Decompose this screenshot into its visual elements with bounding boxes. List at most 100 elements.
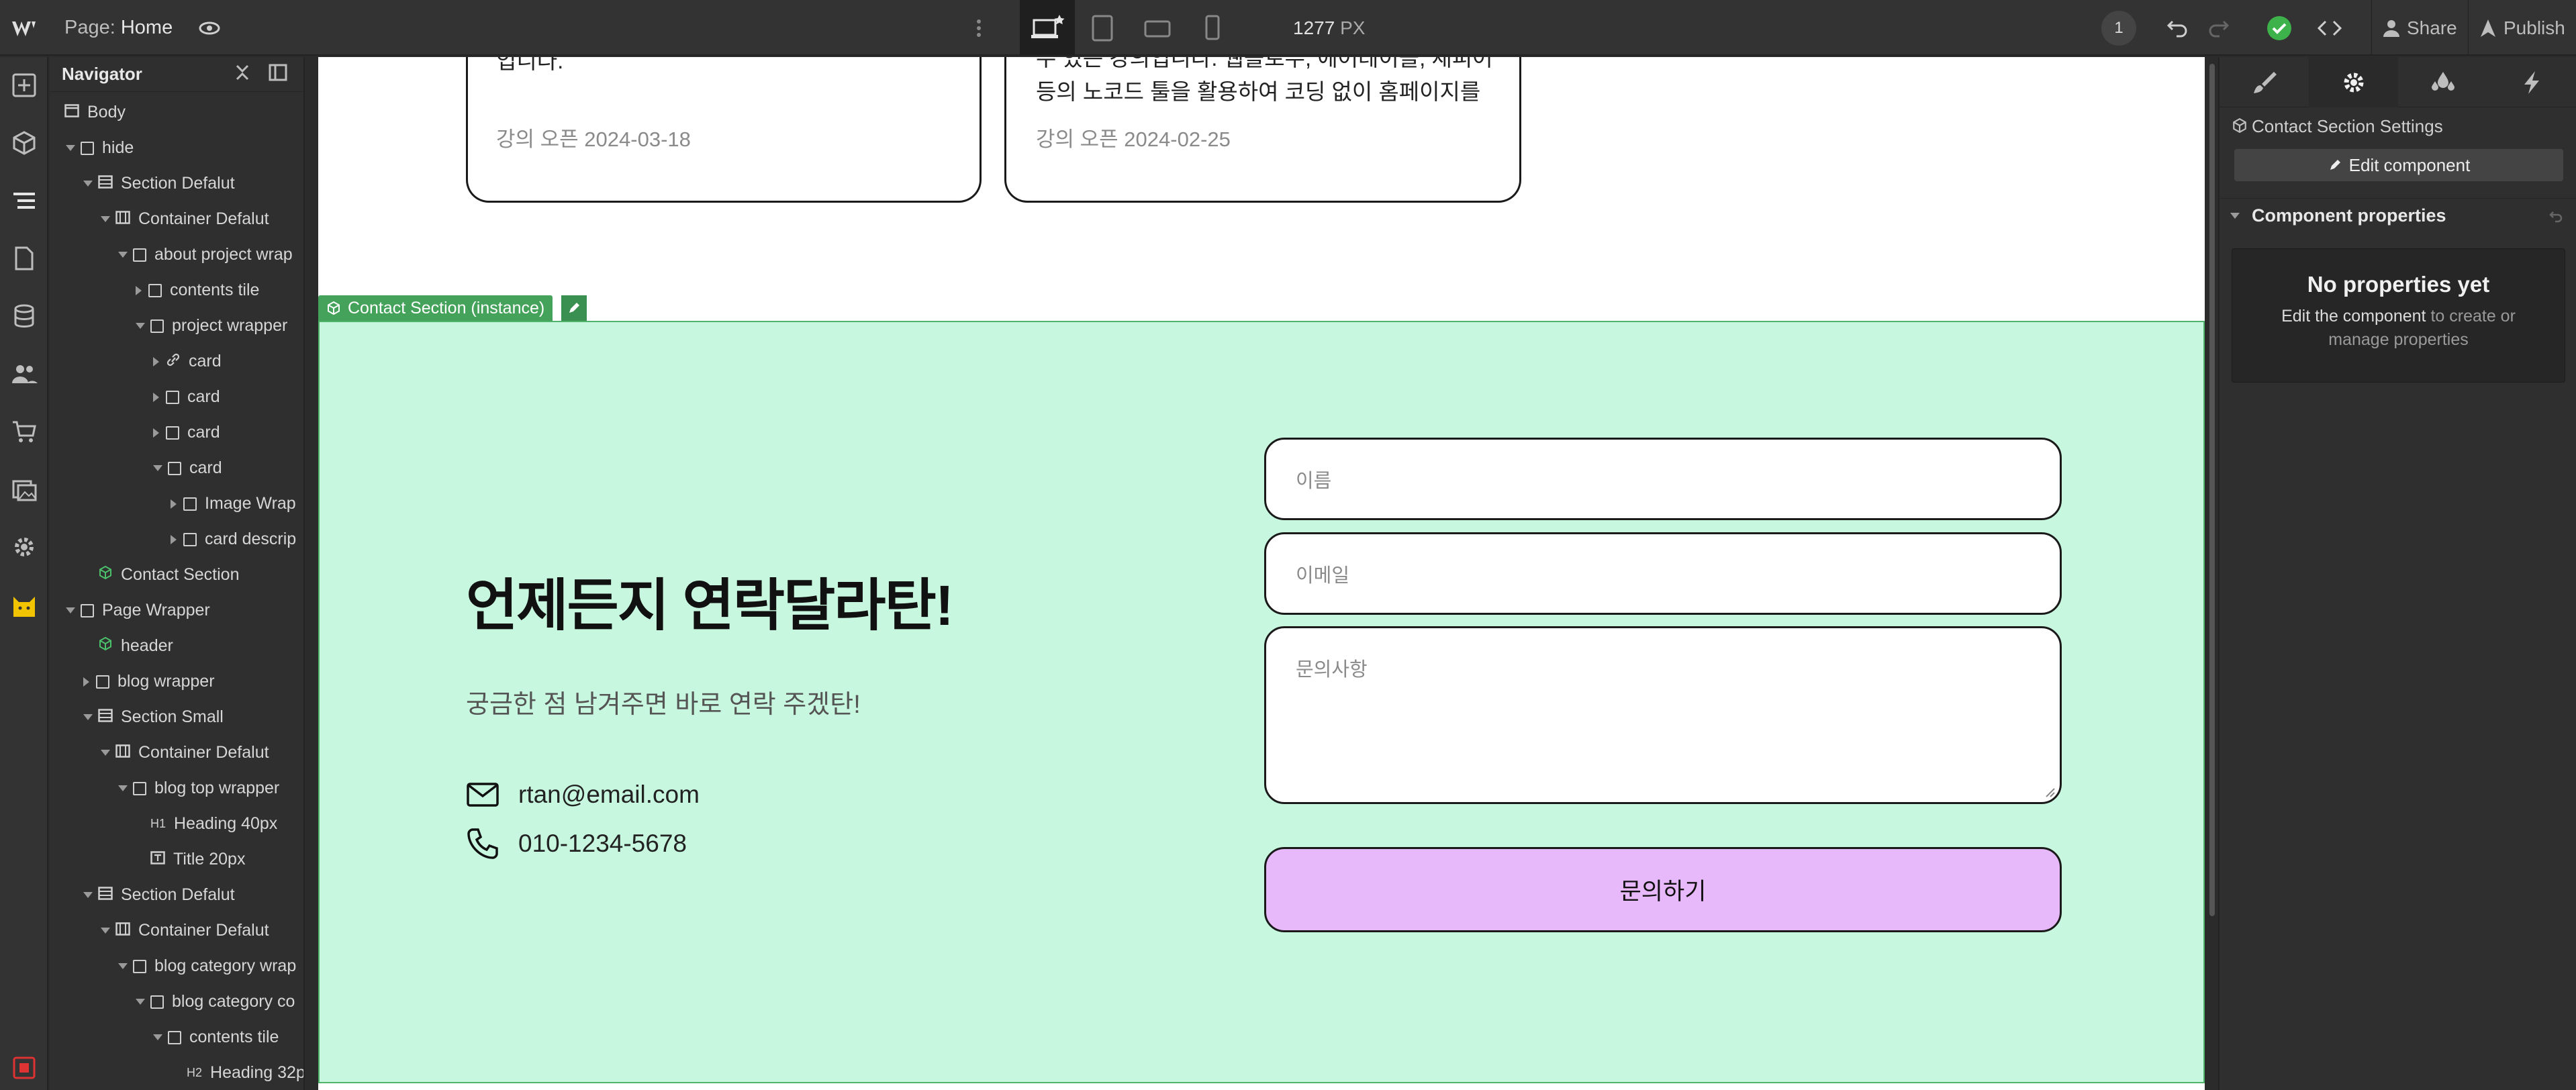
canvas-scrollbar[interactable] <box>2207 57 2217 1090</box>
cms-button[interactable] <box>0 292 48 340</box>
nav-row[interactable]: blog wrapper <box>50 664 303 699</box>
nav-row[interactable]: Body <box>50 95 303 130</box>
nav-row[interactable]: Container Defalut <box>50 201 303 237</box>
nav-row[interactable]: card <box>50 379 303 415</box>
tab-interactions[interactable] <box>2398 57 2487 107</box>
webflow-logo-icon[interactable] <box>9 0 39 56</box>
mobile-landscape-breakpoint-button[interactable] <box>1130 0 1185 56</box>
navigator-button[interactable] <box>0 177 48 225</box>
canvas-width-readout[interactable]: 1277 PX <box>1293 0 1365 56</box>
page-selector[interactable]: Page: Home <box>64 0 173 56</box>
message-field[interactable]: 문의사항 <box>1264 626 2062 804</box>
dock-panel-icon[interactable] <box>269 64 287 85</box>
name-field[interactable]: 이름 <box>1264 438 2062 520</box>
nav-row[interactable]: header <box>50 628 303 664</box>
caret-right-icon[interactable] <box>136 285 142 295</box>
components-button[interactable] <box>0 119 48 167</box>
nav-row[interactable]: Image Wrap <box>50 486 303 522</box>
ecommerce-button[interactable] <box>0 407 48 456</box>
nav-row[interactable]: card <box>50 415 303 450</box>
caret-down-icon[interactable] <box>83 181 93 187</box>
caret-down-icon[interactable] <box>83 892 93 898</box>
caret-right-icon[interactable] <box>171 534 177 544</box>
caret-down-icon[interactable] <box>83 714 93 720</box>
reset-icon[interactable] <box>2547 208 2563 224</box>
component-instance-tag[interactable]: Contact Section (instance) <box>318 295 553 321</box>
publish-button[interactable]: Publish <box>2468 0 2565 56</box>
nav-row[interactable]: card descrip <box>50 522 303 557</box>
no-properties-hint-bold[interactable]: Edit the component <box>2281 307 2426 326</box>
caret-down-icon[interactable] <box>66 145 75 151</box>
nav-row[interactable]: blog category co <box>50 984 303 1020</box>
caret-down-icon[interactable] <box>118 785 128 791</box>
more-options-icon[interactable] <box>973 0 984 56</box>
nav-row[interactable]: blog category wrap <box>50 948 303 984</box>
caret-right-icon[interactable] <box>153 392 159 402</box>
submit-button[interactable]: 문의하기 <box>1264 847 2062 932</box>
caret-down-icon[interactable] <box>101 750 110 756</box>
nav-row[interactable]: hide <box>50 130 303 166</box>
status-check-icon[interactable] <box>2265 0 2293 56</box>
notification-badge[interactable]: 1 <box>2101 10 2136 46</box>
caret-right-icon[interactable] <box>83 677 89 687</box>
desktop-breakpoint-button[interactable] <box>1020 0 1075 56</box>
caret-down-icon[interactable] <box>118 252 128 258</box>
nav-row[interactable]: Section Defalut <box>50 877 303 913</box>
edit-component-pencil-button[interactable] <box>561 295 587 321</box>
nav-row[interactable]: card <box>50 450 303 486</box>
nav-row[interactable]: about project wrap <box>50 237 303 272</box>
preview-eye-icon[interactable] <box>196 0 223 56</box>
tab-settings[interactable] <box>2309 57 2398 107</box>
nav-row[interactable]: Section Defalut <box>50 166 303 201</box>
component-properties-header[interactable]: Component properties <box>2220 198 2576 233</box>
contact-section[interactable]: 언제든지 연락달라탄! 궁금한 점 남겨주면 바로 연락 주겠탄! rtan@e… <box>318 321 2205 1083</box>
users-button[interactable] <box>0 350 48 398</box>
caret-down-icon[interactable] <box>136 323 145 329</box>
course-card[interactable]: 입니다. 강의 오픈 2024-03-18 <box>466 57 982 203</box>
caret-down-icon[interactable] <box>66 607 75 613</box>
nav-row[interactable]: Title 20px <box>50 842 303 877</box>
email-field[interactable]: 이메일 <box>1264 532 2062 615</box>
caret-down-icon[interactable] <box>153 465 162 471</box>
undo-icon[interactable] <box>2163 0 2190 56</box>
redo-icon[interactable] <box>2206 0 2233 56</box>
nav-row[interactable]: contents tile <box>50 1020 303 1055</box>
nav-row[interactable]: Section Small <box>50 699 303 735</box>
course-card[interactable]: 수 있는 강의입니다. 웹플로우, 에어테이블, 재피어 등의 노코드 툴을 활… <box>1004 57 1521 203</box>
caret-down-icon[interactable] <box>136 999 145 1005</box>
caret-down-icon[interactable] <box>153 1034 162 1040</box>
nav-row[interactable]: Contact Section <box>50 557 303 593</box>
nav-row[interactable]: Page Wrapper <box>50 593 303 628</box>
caret-down-icon[interactable] <box>2230 213 2240 219</box>
nav-row[interactable]: Container Defalut <box>50 913 303 948</box>
nav-row[interactable]: project wrapper <box>50 308 303 344</box>
nav-row[interactable]: card <box>50 344 303 379</box>
nav-row[interactable]: H2 Heading 32p <box>50 1055 303 1090</box>
tab-actions[interactable] <box>2487 57 2576 107</box>
scrollbar-thumb[interactable] <box>2209 64 2215 916</box>
caret-right-icon[interactable] <box>171 499 177 509</box>
nav-row[interactable]: contents tile <box>50 272 303 308</box>
caret-down-icon[interactable] <box>101 216 110 222</box>
collapse-all-icon[interactable] <box>234 64 251 85</box>
caret-down-icon[interactable] <box>101 928 110 934</box>
app-cat-button[interactable] <box>0 581 48 629</box>
caret-down-icon[interactable] <box>118 963 128 969</box>
caret-right-icon[interactable] <box>153 356 159 366</box>
caret-right-icon[interactable] <box>153 428 159 438</box>
nav-row[interactable]: blog top wrapper <box>50 771 303 806</box>
code-view-icon[interactable] <box>2316 0 2343 56</box>
assets-button[interactable] <box>0 465 48 513</box>
share-button[interactable]: Share <box>2371 0 2457 56</box>
nav-row[interactable]: H1 Heading 40px <box>50 806 303 842</box>
nav-row[interactable]: Container Defalut <box>50 735 303 771</box>
tablet-breakpoint-button[interactable] <box>1075 0 1130 56</box>
mobile-portrait-breakpoint-button[interactable] <box>1185 0 1240 56</box>
record-button[interactable] <box>0 1044 48 1090</box>
pages-button[interactable] <box>0 234 48 283</box>
edit-component-button[interactable]: Edit component <box>2234 149 2563 181</box>
add-elements-button[interactable] <box>0 61 48 109</box>
design-canvas[interactable]: 입니다. 강의 오픈 2024-03-18 수 있는 강의입니다. 웹플로우, … <box>318 57 2205 1090</box>
tab-style[interactable] <box>2220 57 2309 107</box>
settings-button[interactable] <box>0 523 48 571</box>
